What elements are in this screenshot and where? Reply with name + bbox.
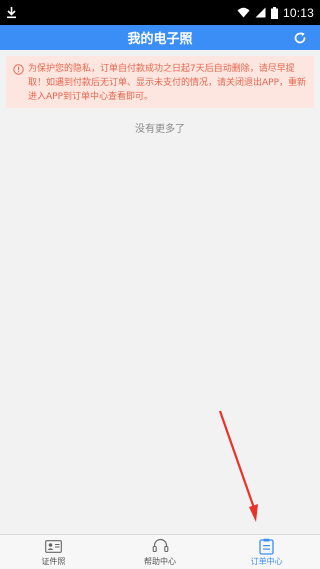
clipboard-icon bbox=[258, 538, 276, 555]
empty-list-text: 没有更多了 bbox=[135, 124, 185, 135]
headset-icon bbox=[151, 538, 169, 555]
bottom-nav: 证件照 帮助中心 订单中心 bbox=[0, 534, 320, 569]
wifi-icon bbox=[237, 7, 250, 18]
notice-text: 为保护您的隐私，订单自付款成功之日起7天后自动删除，请尽早提取！如遇到付款后无订… bbox=[28, 64, 307, 102]
app-header: 我的电子照 bbox=[0, 25, 320, 50]
signal-icon bbox=[255, 7, 266, 18]
battery-icon bbox=[270, 6, 278, 19]
status-bar: 10:13 bbox=[0, 0, 320, 25]
privacy-notice: 为保护您的隐私，订单自付款成功之日起7天后自动删除，请尽早提取！如遇到付款后无订… bbox=[6, 56, 314, 108]
status-time: 10:13 bbox=[282, 5, 314, 20]
id-card-icon bbox=[44, 538, 62, 555]
download-icon bbox=[7, 7, 16, 19]
nav-label-help-center: 帮助中心 bbox=[144, 556, 176, 566]
nav-item-order-center[interactable]: 订单中心 bbox=[213, 535, 320, 569]
nav-label-order-center: 订单中心 bbox=[250, 556, 283, 566]
nav-label-id-photo: 证件照 bbox=[41, 556, 66, 566]
refresh-button[interactable] bbox=[290, 28, 310, 48]
app-screen: 10:13 我的电子照 为保护您的隐私，订单自付款成功之日起7天后自动删除，请尽… bbox=[0, 0, 320, 569]
page-title: 我的电子照 bbox=[127, 32, 193, 47]
warning-circle-icon bbox=[13, 64, 24, 75]
nav-item-id-photo[interactable]: 证件照 bbox=[0, 535, 107, 569]
refresh-icon bbox=[294, 32, 306, 44]
nav-item-help-center[interactable]: 帮助中心 bbox=[107, 535, 214, 569]
